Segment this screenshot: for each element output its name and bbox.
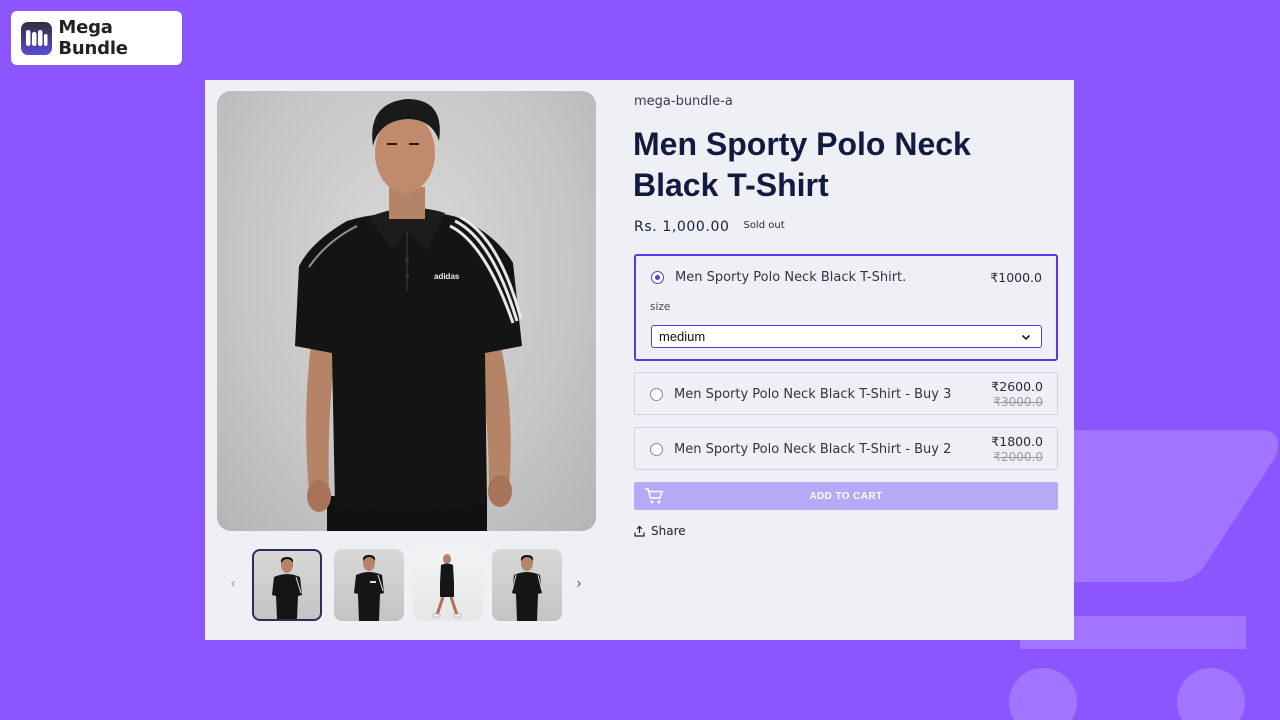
radio-button[interactable] [650, 388, 663, 401]
size-select-value: medium [659, 329, 706, 344]
product-price: Rs. 1,000.00 [634, 219, 730, 235]
bundle-option-price: ₹1800.0 [991, 434, 1043, 449]
bundle-option-price: ₹2600.0 [991, 379, 1043, 394]
size-select[interactable]: medium [651, 325, 1042, 348]
product-card: adidas ‹ › mega-bundle-a Men Sporty Polo… [205, 80, 1074, 640]
thumbnail-3[interactable] [413, 549, 483, 621]
radio-button[interactable] [650, 443, 663, 456]
bundle-option-1[interactable]: Men Sporty Polo Neck Black T-Shirt. ₹100… [634, 254, 1058, 361]
share-button[interactable]: Share [634, 524, 686, 538]
add-to-cart-label: ADD TO CART [809, 491, 883, 502]
bundle-option-price: ₹1000.0 [990, 270, 1042, 285]
bundle-option-compare-price: ₹3000.0 [993, 395, 1043, 409]
thumbnail-strip: ‹ › [217, 549, 596, 623]
sold-out-badge: Sold out [743, 219, 785, 231]
add-to-cart-button[interactable]: ADD TO CART [634, 482, 1058, 510]
chevron-left-icon[interactable]: ‹ [225, 576, 241, 592]
bundle-option-3[interactable]: Men Sporty Polo Neck Black T-Shirt - Buy… [634, 427, 1058, 470]
main-product-image[interactable]: adidas [217, 91, 596, 531]
size-label: size [650, 301, 671, 313]
share-icon [634, 525, 645, 537]
bundle-option-label: Men Sporty Polo Neck Black T-Shirt - Buy… [674, 442, 952, 457]
product-vendor: mega-bundle-a [634, 94, 733, 109]
price-row: Rs. 1,000.00 Sold out [634, 219, 785, 235]
thumbnail-2[interactable] [334, 549, 404, 621]
chevron-down-icon [1021, 334, 1031, 341]
chevron-right-icon[interactable]: › [571, 576, 587, 592]
brand-name: Mega Bundle [58, 17, 128, 59]
svg-text:adidas: adidas [434, 272, 460, 281]
bundle-option-label: Men Sporty Polo Neck Black T-Shirt. [675, 270, 907, 285]
bundle-option-2[interactable]: Men Sporty Polo Neck Black T-Shirt - Buy… [634, 372, 1058, 415]
brand-badge: Mega Bundle [11, 11, 182, 65]
radio-button-selected[interactable] [651, 271, 664, 284]
thumbnail-1[interactable] [252, 549, 322, 621]
brand-logo-icon [21, 21, 53, 55]
bundle-option-compare-price: ₹2000.0 [993, 450, 1043, 464]
thumbnail-4[interactable] [492, 549, 562, 621]
product-title: Men Sporty Polo Neck Black T-Shirt [633, 126, 971, 203]
bundle-option-label: Men Sporty Polo Neck Black T-Shirt - Buy… [674, 387, 952, 402]
share-label: Share [651, 524, 686, 538]
